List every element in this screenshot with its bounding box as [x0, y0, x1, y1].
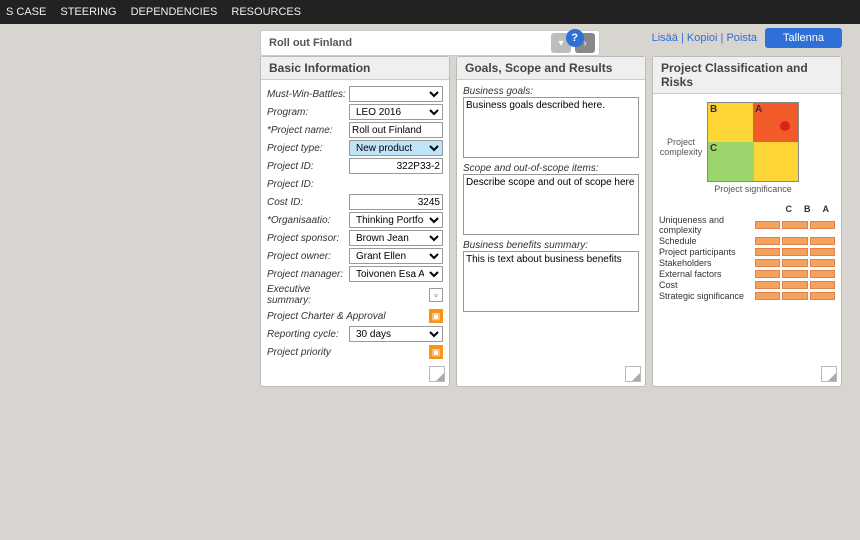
scope-textarea[interactable]: Describe scope and out of scope here: [463, 174, 639, 235]
nav-resources[interactable]: RESOURCES: [231, 6, 301, 18]
toolbar: ? Lisää | Kopioi | Poista Tallenna: [0, 28, 860, 48]
panel-classification-title: Project Classification and Risks: [653, 57, 841, 94]
cost-id-label: Cost ID:: [267, 197, 349, 208]
cycle-label: Reporting cycle:: [267, 329, 349, 340]
priority-doc-icon[interactable]: ▣: [429, 345, 443, 359]
project-type-select[interactable]: New product: [349, 140, 443, 156]
benefits-textarea[interactable]: This is text about business benefits: [463, 251, 639, 312]
charter-label: Project Charter & Approval: [267, 311, 397, 322]
risk-bars[interactable]: [755, 221, 835, 229]
quadrant-chart: B A C: [707, 102, 799, 182]
chart-xlabel: Project significance: [707, 184, 799, 194]
risk-bars[interactable]: [755, 248, 835, 256]
project-name-input[interactable]: [349, 122, 443, 138]
project-id-label: Project ID:: [267, 161, 349, 172]
manager-label: Project manager:: [267, 269, 349, 280]
col-b: B: [804, 204, 811, 214]
risk-row-2: Schedule: [659, 236, 755, 246]
panel-goals-title: Goals, Scope and Results: [457, 57, 645, 80]
action-links[interactable]: Lisää | Kopioi | Poista: [652, 32, 757, 44]
panel2-note-icon[interactable]: [625, 366, 641, 382]
program-label: Program:: [267, 107, 349, 118]
sponsor-label: Project sponsor:: [267, 233, 349, 244]
org-select[interactable]: Thinking Portfolio: [349, 212, 443, 228]
panel3-note-icon[interactable]: [821, 366, 837, 382]
risk-row-1: Uniqueness and complexity: [659, 215, 755, 235]
project-type-label: Project type:: [267, 143, 349, 154]
nav-dependencies[interactable]: DEPENDENCIES: [131, 6, 218, 18]
scope-label: Scope and out-of-scope items:: [463, 163, 639, 174]
panel-basic-info: Basic Information Must-Win-Battles: Prog…: [260, 56, 450, 387]
quad-c-label: C: [708, 141, 719, 156]
risk-bars[interactable]: [755, 281, 835, 289]
exec-doc-icon[interactable]: ▫: [429, 288, 443, 302]
priority-label: Project priority: [267, 347, 349, 358]
quad-a-label: A: [753, 102, 764, 117]
owner-label: Project owner:: [267, 251, 349, 262]
chart-ylabel: Project complexity: [659, 138, 703, 158]
risk-bars[interactable]: [755, 270, 835, 278]
risk-row-5: External factors: [659, 269, 755, 279]
risk-bars[interactable]: [755, 292, 835, 300]
project-id2-label: Project ID:: [267, 179, 349, 190]
panel-basic-info-title: Basic Information: [261, 57, 449, 80]
benefits-label: Business benefits summary:: [463, 240, 639, 251]
help-icon[interactable]: ?: [566, 29, 584, 47]
nav-steering[interactable]: STEERING: [60, 6, 116, 18]
goals-textarea[interactable]: Business goals described here.: [463, 97, 639, 158]
project-name-label: *Project name:: [267, 125, 349, 136]
nav-case[interactable]: S CASE: [6, 6, 46, 18]
quad-b-label: B: [708, 102, 719, 117]
risk-table: C B A Uniqueness and complexity Schedule…: [659, 204, 835, 301]
must-win-select[interactable]: [349, 86, 443, 102]
manager-select[interactable]: Toivonen Esa A: [349, 266, 443, 282]
col-a: A: [823, 204, 830, 214]
top-nav: S CASE STEERING DEPENDENCIES RESOURCES: [0, 0, 860, 24]
panel-goals: Goals, Scope and Results Business goals:…: [456, 56, 646, 387]
must-win-label: Must-Win-Battles:: [267, 89, 349, 100]
cost-id-input[interactable]: [349, 194, 443, 210]
exec-label: Executive summary:: [267, 284, 349, 306]
org-label: *Organisaatio:: [267, 215, 349, 226]
risk-row-7: Strategic significance: [659, 291, 755, 301]
risk-row-6: Cost: [659, 280, 755, 290]
risk-bars[interactable]: [755, 237, 835, 245]
risk-row-3: Project participants: [659, 247, 755, 257]
risk-bars[interactable]: [755, 259, 835, 267]
cycle-select[interactable]: 30 days: [349, 326, 443, 342]
program-select[interactable]: LEO 2016: [349, 104, 443, 120]
project-title: Roll out Finland: [269, 37, 352, 49]
panel-classification: Project Classification and Risks Project…: [652, 56, 842, 387]
panel1-note-icon[interactable]: [429, 366, 445, 382]
owner-select[interactable]: Grant Ellen: [349, 248, 443, 264]
risk-row-4: Stakeholders: [659, 258, 755, 268]
project-dot: [780, 121, 790, 131]
goals-label: Business goals:: [463, 86, 639, 97]
col-c: C: [786, 204, 793, 214]
save-button[interactable]: Tallenna: [765, 28, 842, 48]
charter-doc-icon[interactable]: ▣: [429, 309, 443, 323]
project-id-input[interactable]: [349, 158, 443, 174]
sponsor-select[interactable]: Brown Jean: [349, 230, 443, 246]
